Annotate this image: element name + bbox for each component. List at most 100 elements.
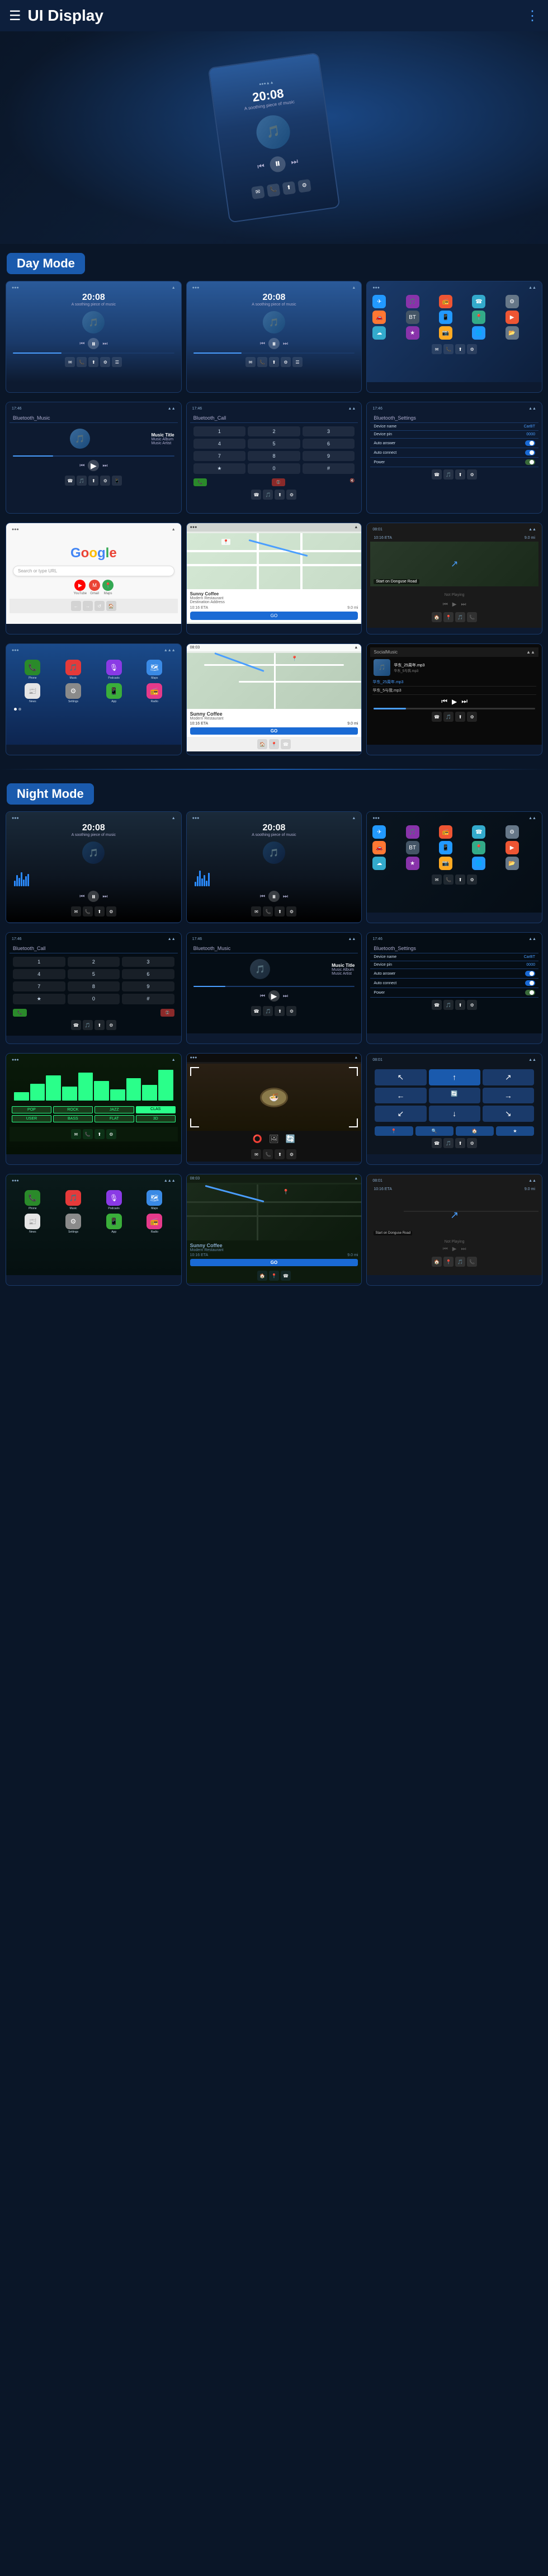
nnav-dock-2[interactable]: 🎵 <box>443 1138 453 1148</box>
ncam-dock-3[interactable]: ⬆ <box>275 1149 285 1159</box>
nkey-7[interactable]: 7 <box>13 981 65 991</box>
bb-nav-1[interactable]: ⬆ <box>88 357 98 367</box>
nkey-5[interactable]: 5 <box>68 969 120 979</box>
night-map-go[interactable]: GO <box>190 1259 358 1266</box>
nbtm-dock-3[interactable]: ⬆ <box>275 1006 285 1016</box>
app-icon-14[interactable]: 🌐 <box>472 326 485 340</box>
bt-dock-4[interactable]: ⚙ <box>100 476 110 486</box>
niphone-app-radio[interactable]: 📻 Radio <box>136 1214 173 1234</box>
fm-dock-3[interactable]: ☎ <box>281 739 291 749</box>
bt-play[interactable]: ▶ <box>88 460 99 471</box>
night-dock-4[interactable]: ⚙ <box>106 906 116 916</box>
call-btn-call[interactable]: 📞 <box>193 478 207 486</box>
nkey-3[interactable]: 3 <box>122 957 174 967</box>
quick-gmail[interactable]: M Gmail <box>89 580 100 595</box>
napp-2[interactable]: 🎵 <box>406 825 419 839</box>
nbtc-dock-2[interactable]: 🎵 <box>83 1020 93 1030</box>
neq-dock-2[interactable]: 📞 <box>83 1129 93 1139</box>
app-icon-7[interactable]: BT <box>406 311 419 324</box>
bt-dock-5[interactable]: 📱 <box>112 476 122 486</box>
bt-dock-2[interactable]: 🎵 <box>77 476 87 486</box>
cp-song-1[interactable]: 华东_25周年.mp3 <box>372 678 536 687</box>
nav-arrow-upright[interactable]: ↗ <box>483 1069 534 1085</box>
bb-set-1[interactable]: ☰ <box>112 357 122 367</box>
google-dock-4[interactable]: 🏠 <box>106 601 116 611</box>
nbt-prev[interactable]: ⏮ <box>260 993 265 999</box>
quick-maps[interactable]: 📍 Maps <box>102 580 114 595</box>
bb-phone-2[interactable]: 📞 <box>257 357 267 367</box>
night2-dock-3[interactable]: ⬆ <box>275 906 285 916</box>
key-7[interactable]: 7 <box>193 451 246 461</box>
bt-dock-3[interactable]: ⬆ <box>88 476 98 486</box>
napp-13[interactable]: 📷 <box>439 857 452 870</box>
nbtm-dock-4[interactable]: ⚙ <box>286 1006 296 1016</box>
iphone-app-news[interactable]: 📰 News <box>14 683 51 703</box>
prev-btn-1[interactable]: ⏮ <box>79 341 84 347</box>
next-btn-2[interactable]: ⏭ <box>283 341 288 347</box>
nkey-4[interactable]: 4 <box>13 969 65 979</box>
nav-arrow-right[interactable]: → <box>483 1088 534 1103</box>
nkey-2[interactable]: 2 <box>68 957 120 967</box>
nbts-dock-3[interactable]: ⬆ <box>455 1000 465 1010</box>
ncam-dock-2[interactable]: 📞 <box>263 1149 273 1159</box>
bt-next[interactable]: ⏭ <box>102 463 107 469</box>
email-icon[interactable]: ✉ <box>251 185 265 199</box>
quick-youtube[interactable]: ▶ YouTube <box>74 580 87 595</box>
nbtc-dock-1[interactable]: ☎ <box>71 1020 81 1030</box>
nmap-dock-3[interactable]: ☎ <box>281 1271 291 1281</box>
neq-dock-1[interactable]: ✉ <box>71 1129 81 1139</box>
dock-icon-1[interactable]: ✉ <box>432 344 442 354</box>
app-icon-10[interactable]: ▶ <box>506 311 519 324</box>
night-play-2[interactable]: ⏸ <box>268 891 280 902</box>
napp-3[interactable]: 📻 <box>439 825 452 839</box>
google-dock-3[interactable]: ↺ <box>95 601 105 611</box>
google-dock-2[interactable]: → <box>83 601 93 611</box>
nag-dock-3[interactable]: ⬆ <box>455 875 465 885</box>
cam-btn-capture[interactable]: ⭕ <box>253 1134 262 1144</box>
napp-6[interactable]: 🚗 <box>372 841 386 854</box>
auto-connect-toggle[interactable] <box>525 450 535 455</box>
nav-arrow-left[interactable]: ← <box>375 1088 426 1103</box>
iphone-app-music[interactable]: 🎵 Music <box>55 660 92 680</box>
napp-11[interactable]: ☁ <box>372 857 386 870</box>
iphone-app-podcast[interactable]: 🎙 Podcasts <box>95 660 133 680</box>
napp-15[interactable]: 📂 <box>506 857 519 870</box>
eq-btn-5[interactable]: USER <box>12 1115 51 1122</box>
prev-icon[interactable]: ⏮ <box>257 161 265 172</box>
fm-dock-2[interactable]: 📍 <box>269 739 279 749</box>
fm-dock-1[interactable]: 🏠 <box>257 739 267 749</box>
nnav-dock-4[interactable]: ⚙ <box>467 1138 477 1148</box>
napp-14[interactable]: 🌐 <box>472 857 485 870</box>
next-icon[interactable]: ⏭ <box>290 157 299 167</box>
hamburger-icon[interactable]: ☰ <box>9 8 21 24</box>
nkey-1[interactable]: 1 <box>13 957 65 967</box>
napp-10[interactable]: ▶ <box>506 841 519 854</box>
niphone-app-podcast[interactable]: 🎙 Podcasts <box>95 1190 133 1210</box>
app-icon-1[interactable]: ✈ <box>372 295 386 308</box>
nav-media-next[interactable]: ⏭ <box>461 601 466 608</box>
eq-btn-6[interactable]: BASS <box>53 1115 93 1122</box>
app-icon-11[interactable]: ☁ <box>372 326 386 340</box>
night2-dock-2[interactable]: 📞 <box>263 906 273 916</box>
iphone-app-maps[interactable]: 🗺 Maps <box>136 660 173 680</box>
nbt-next[interactable]: ⏭ <box>283 993 288 999</box>
bb-email-2[interactable]: ✉ <box>245 357 256 367</box>
btcall-dock-3[interactable]: ⬆ <box>275 490 285 500</box>
bb-phone-1[interactable]: 📞 <box>77 357 87 367</box>
night-nav2-prev[interactable]: ⏮ <box>443 1246 448 1252</box>
key-3[interactable]: 3 <box>303 426 355 436</box>
eq-btn-3[interactable]: JAZZ <box>95 1106 134 1113</box>
app-icon-4[interactable]: ☎ <box>472 295 485 308</box>
call-btn-end[interactable]: 📵 <box>272 478 286 486</box>
play-btn-1[interactable]: ⏸ <box>88 338 99 349</box>
nav-act-1[interactable]: 📍 <box>375 1126 413 1136</box>
nav-arrow-center[interactable]: 🔄 <box>429 1088 480 1103</box>
nav-dock-4[interactable]: 📞 <box>467 612 477 622</box>
nkey-9[interactable]: 9 <box>122 981 174 991</box>
google-search-bar[interactable]: Search or type URL <box>13 566 174 576</box>
cp-dock-2[interactable]: 🎵 <box>443 712 453 722</box>
night2-dock-1[interactable]: ✉ <box>251 906 261 916</box>
nkey-hash[interactable]: # <box>122 994 174 1004</box>
night-auto-connect-toggle[interactable] <box>525 980 535 986</box>
bt-dock-1[interactable]: ☎ <box>65 476 75 486</box>
